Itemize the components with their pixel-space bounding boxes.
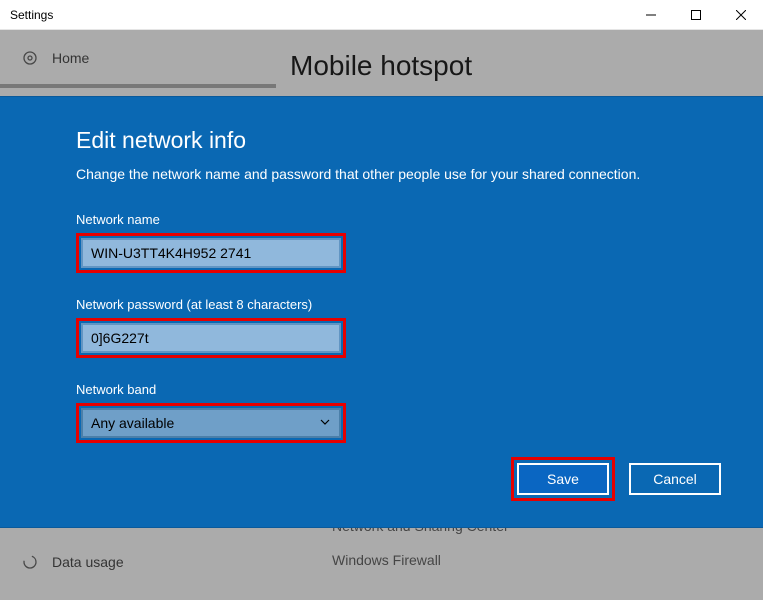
save-button[interactable]: Save	[517, 463, 609, 495]
highlight-box	[76, 318, 346, 358]
cancel-button-label: Cancel	[653, 471, 697, 487]
highlight-box: Any available	[76, 403, 346, 443]
highlight-box	[76, 233, 346, 273]
dialog-button-row: Save Cancel	[511, 457, 721, 501]
network-name-input[interactable]	[81, 238, 341, 268]
network-band-value: Any available	[91, 415, 174, 431]
edit-network-info-dialog: Edit network info Change the network nam…	[0, 96, 763, 528]
network-band-select[interactable]: Any available	[81, 408, 341, 438]
dialog-title: Edit network info	[76, 127, 703, 154]
title-bar: Settings	[0, 0, 763, 30]
maximize-button[interactable]	[673, 0, 718, 30]
network-password-input[interactable]	[81, 323, 341, 353]
cancel-button[interactable]: Cancel	[629, 463, 721, 495]
network-name-label: Network name	[76, 212, 703, 227]
network-band-group: Network band Any available	[76, 382, 703, 443]
dialog-description: Change the network name and password tha…	[76, 166, 703, 182]
minimize-button[interactable]	[628, 0, 673, 30]
chevron-down-icon	[319, 415, 331, 431]
window-title: Settings	[10, 8, 53, 22]
highlight-box: Save	[511, 457, 615, 501]
network-name-group: Network name	[76, 212, 703, 273]
close-button[interactable]	[718, 0, 763, 30]
save-button-label: Save	[547, 471, 579, 487]
network-band-label: Network band	[76, 382, 703, 397]
network-password-label: Network password (at least 8 characters)	[76, 297, 703, 312]
network-password-group: Network password (at least 8 characters)	[76, 297, 703, 358]
